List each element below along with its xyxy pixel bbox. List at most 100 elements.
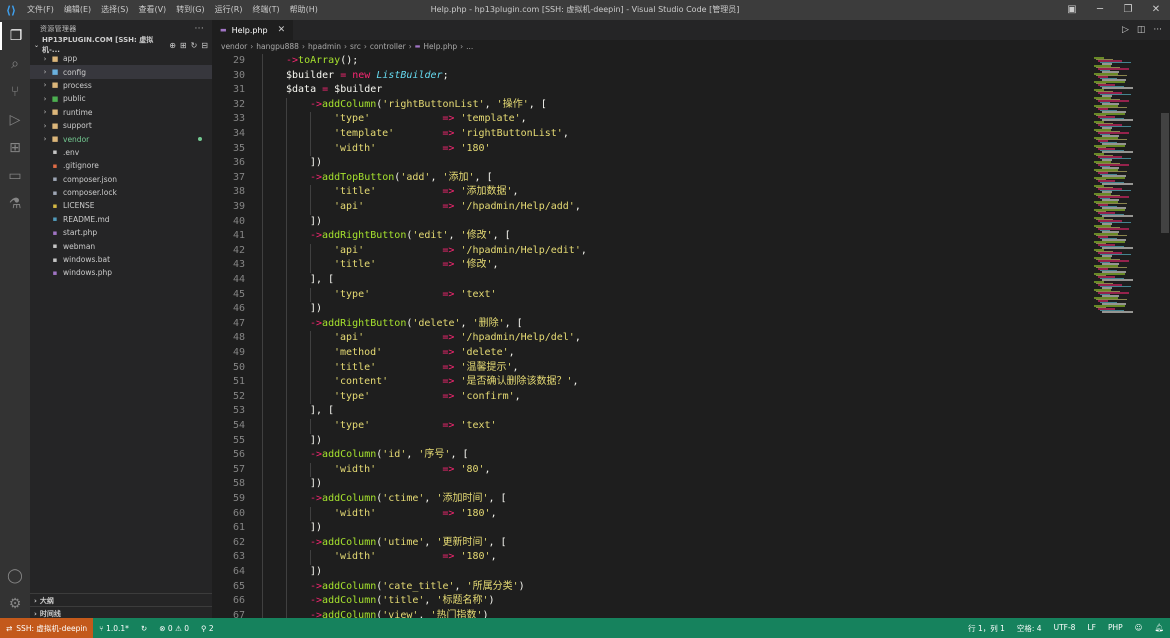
- ports-icon: ⚲: [200, 623, 207, 633]
- indentation[interactable]: 空格: 4: [1011, 623, 1048, 634]
- line-number: 55: [232, 434, 245, 446]
- run-debug-icon[interactable]: ▷: [0, 106, 30, 134]
- chevron-right-icon: ›: [43, 121, 47, 130]
- testing-icon[interactable]: ⚗: [0, 190, 30, 218]
- code-token: =>: [364, 332, 461, 344]
- menu-edit[interactable]: 编辑(E): [59, 0, 96, 20]
- indent-guide: [310, 331, 311, 346]
- indent-guide: [286, 243, 287, 259]
- tree-file[interactable]: ▪ composer.lock: [30, 186, 212, 199]
- code-token: '更新时间': [436, 536, 489, 548]
- tree-file[interactable]: ▪ .gitignore: [30, 159, 212, 172]
- menu-file[interactable]: 文件(F): [22, 0, 59, 20]
- restore-button[interactable]: ❐: [1114, 0, 1142, 20]
- ports-indicator[interactable]: ⚲ 2: [195, 624, 220, 633]
- git-branch[interactable]: ⑂ 1.0.1*: [93, 624, 135, 633]
- minimap[interactable]: [1090, 53, 1160, 618]
- code-line: 56 ->addColumn('id', '序号', [: [212, 448, 1090, 463]
- breadcrumb-item[interactable]: ...: [466, 42, 473, 51]
- breadcrumb-item[interactable]: src: [350, 42, 361, 51]
- workspace-section[interactable]: ⌄ HP13PLUGIN.COM [SSH: 虚拟机-... ⊕ ⊞ ↻ ⊟: [30, 36, 212, 54]
- tree-folder[interactable]: › ■ public: [30, 92, 212, 105]
- code-text: 'api' => '/hpadmin/Help/add',: [334, 200, 581, 215]
- tree-folder[interactable]: › ■ vendor: [30, 132, 212, 145]
- minimize-button[interactable]: ─: [1086, 0, 1114, 20]
- problems-indicator[interactable]: ⊗ 0 ⚠ 0: [153, 624, 195, 633]
- account-icon[interactable]: ◯: [0, 562, 30, 590]
- source-control-icon[interactable]: ⑂: [0, 78, 30, 106]
- tree-file[interactable]: ▪ LICENSE: [30, 199, 212, 212]
- tree-folder[interactable]: › ■ support: [30, 119, 212, 132]
- code-text: ], [: [310, 273, 334, 288]
- editor-scrollbar[interactable]: [1160, 53, 1170, 618]
- close-window-button[interactable]: ✕: [1142, 0, 1170, 20]
- menu-view[interactable]: 查看(V): [133, 0, 171, 20]
- more-actions-icon[interactable]: ···: [1153, 25, 1162, 35]
- collapse-all-icon[interactable]: ⊟: [201, 41, 208, 50]
- tree-folder[interactable]: › ■ app: [30, 52, 212, 65]
- tree-file[interactable]: ▪ README.md: [30, 213, 212, 226]
- search-icon[interactable]: ⌕: [0, 50, 30, 78]
- refresh-icon[interactable]: ↻: [191, 41, 198, 50]
- indent-guide: [262, 68, 263, 84]
- layout-icon[interactable]: ▣: [1058, 0, 1086, 20]
- file-icon: ▪: [52, 215, 58, 224]
- close-tab-icon[interactable]: ✕: [278, 25, 286, 35]
- code-editor[interactable]: 29 ->toArray(); 30 $builder = new ListBuild…: [212, 53, 1090, 618]
- tree-file[interactable]: ▪ composer.json: [30, 173, 212, 186]
- extensions-icon[interactable]: ⊞: [0, 134, 30, 162]
- line-number: 54: [232, 420, 245, 431]
- code-text: 'title' => '添加数据',: [334, 185, 519, 200]
- tree-file[interactable]: ▪ start.php: [30, 226, 212, 239]
- indent-guide: [286, 302, 287, 317]
- cursor-position[interactable]: 行 1，列 1: [962, 623, 1011, 634]
- language-mode[interactable]: PHP: [1102, 623, 1129, 634]
- outline-section[interactable]: › 大纲: [30, 593, 216, 607]
- remote-indicator[interactable]: ⇄ SSH: 虚拟机-deepin: [0, 618, 94, 638]
- encoding[interactable]: UTF-8: [1048, 623, 1082, 634]
- menu-go[interactable]: 转到(G): [171, 0, 209, 20]
- split-editor-icon[interactable]: ◫: [1137, 25, 1146, 35]
- line-number: 39: [232, 201, 245, 212]
- remote-explorer-icon[interactable]: ▭: [0, 162, 30, 190]
- tree-file[interactable]: ▪ windows.bat: [30, 253, 212, 266]
- tree-file[interactable]: ▪ .env: [30, 146, 212, 159]
- tree-folder[interactable]: › ■ config: [30, 65, 212, 79]
- code-token: , [: [504, 317, 523, 329]
- line-number: 51: [232, 376, 245, 388]
- tree-folder[interactable]: › ■ process: [30, 79, 212, 92]
- end-of-line[interactable]: LF: [1081, 623, 1102, 634]
- new-file-icon[interactable]: ⊕: [169, 41, 176, 50]
- new-folder-icon[interactable]: ⊞: [180, 41, 187, 50]
- menu-terminal[interactable]: 终端(T): [247, 0, 284, 20]
- breadcrumb-item[interactable]: controller: [370, 42, 406, 51]
- menu-help[interactable]: 帮助(H): [285, 0, 323, 20]
- tree-file[interactable]: ▪ webman: [30, 239, 212, 252]
- folder-icon: ■: [51, 94, 59, 103]
- indent-guide: [310, 462, 311, 478]
- line-number: 46: [232, 303, 245, 315]
- notifications-bell-icon[interactable]: 🔔︎: [1148, 623, 1170, 634]
- breadcrumb-item[interactable]: hangpu888: [256, 42, 299, 51]
- tree-item-label: windows.bat: [63, 255, 111, 265]
- breadcrumb-item[interactable]: vendor: [221, 42, 247, 51]
- code-token: =>: [376, 142, 461, 154]
- indent-guide: [262, 97, 263, 113]
- explorer-icon[interactable]: ❐: [0, 22, 30, 50]
- scrollbar-thumb[interactable]: [1161, 113, 1169, 233]
- settings-gear-icon[interactable]: ⚙: [0, 590, 30, 618]
- menu-selection[interactable]: 选择(S): [96, 0, 133, 20]
- feedback-icon[interactable]: ☺: [1129, 623, 1149, 634]
- tab-help-php[interactable]: ▬ Help.php ✕: [212, 20, 294, 40]
- code-token: ,: [448, 230, 461, 242]
- sync-icon[interactable]: ↻: [135, 624, 153, 633]
- run-code-icon[interactable]: ▷: [1122, 25, 1129, 35]
- code-line: 64]): [212, 565, 1090, 580]
- tree-file[interactable]: ▪ windows.php: [30, 266, 212, 279]
- tree-folder[interactable]: › ■ runtime: [30, 106, 212, 119]
- code-token: '180': [460, 507, 491, 519]
- breadcrumb-item[interactable]: hpadmin: [308, 42, 341, 51]
- breadcrumb-item[interactable]: Help.php: [423, 42, 457, 51]
- more-actions-icon[interactable]: ···: [195, 24, 204, 34]
- menu-run[interactable]: 运行(R): [210, 0, 248, 20]
